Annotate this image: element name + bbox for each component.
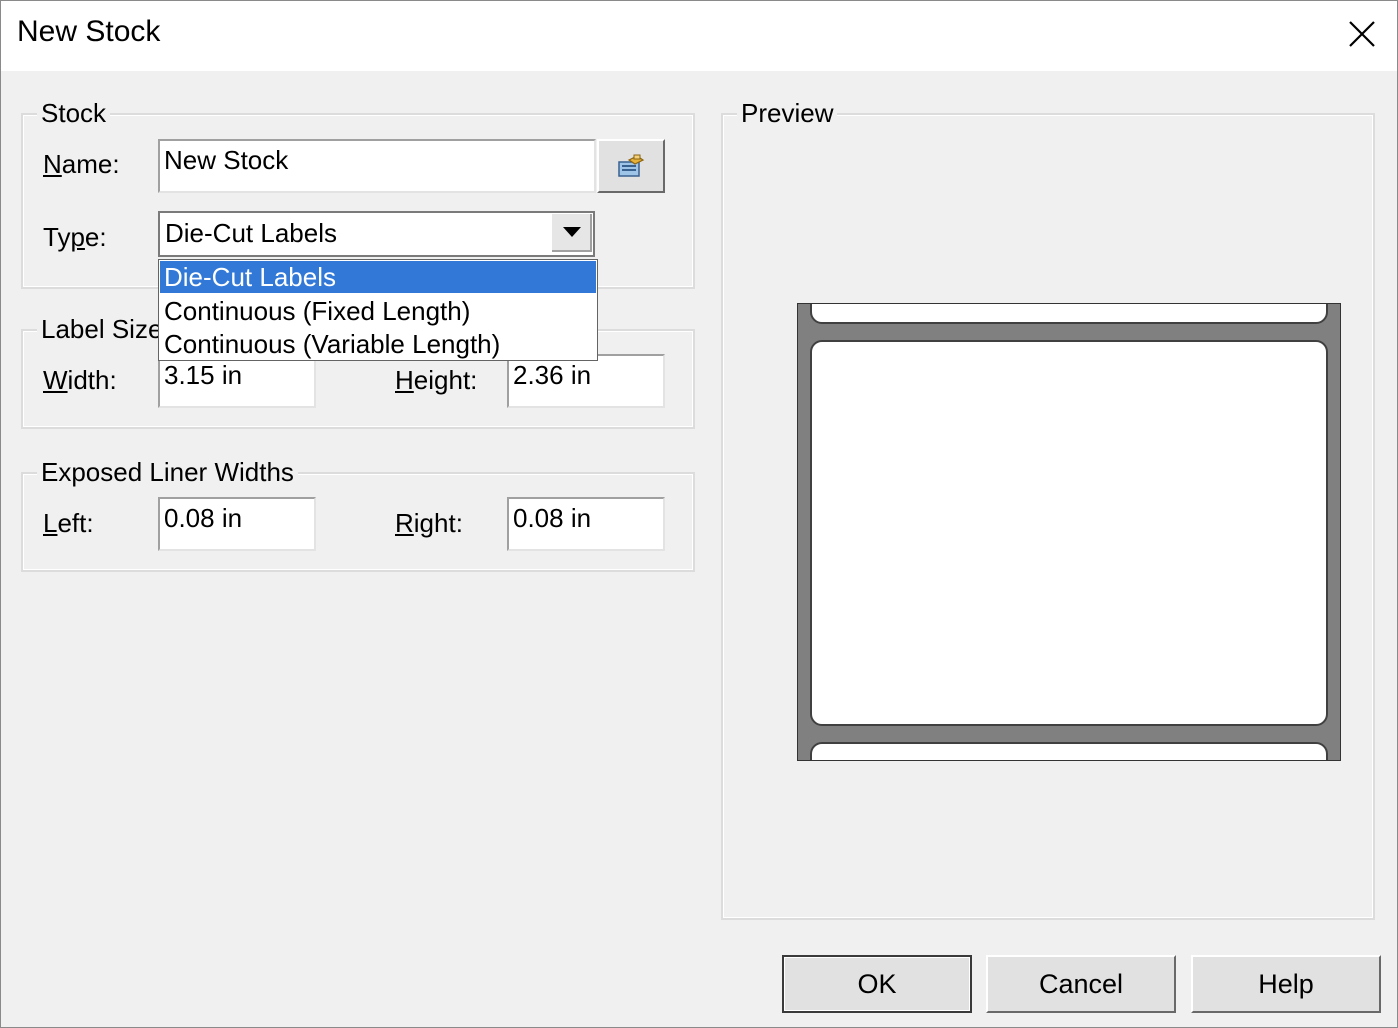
cancel-button[interactable]: Cancel [986,955,1176,1013]
type-selected-value: Die-Cut Labels [165,218,337,248]
new-stock-dialog: New Stock Stock Name: New Stock Type: Di… [0,0,1398,1028]
stock-library-icon [618,154,645,177]
width-input[interactable]: 3.15 in [158,354,316,408]
height-label: Height: [395,365,478,395]
height-input[interactable]: 2.36 in [507,354,665,408]
width-label: Width: [43,365,117,395]
stock-library-button[interactable] [597,139,665,193]
type-option-continuous-variable[interactable]: Continuous (Variable Length) [160,328,596,360]
preview-label-top-partial [810,304,1328,324]
close-button[interactable] [1337,11,1387,57]
close-icon [1349,21,1375,47]
type-select[interactable]: Die-Cut Labels [158,211,595,257]
title-bar: New Stock [1,1,1397,71]
preview-legend: Preview [737,99,838,127]
type-option-die-cut[interactable]: Die-Cut Labels [160,261,596,293]
label-size-legend: Label Size [37,315,167,343]
ok-button[interactable]: OK [782,955,972,1013]
liner-widths-legend: Exposed Liner Widths [37,458,298,486]
type-option-continuous-fixed[interactable]: Continuous (Fixed Length) [160,295,596,327]
help-button[interactable]: Help [1191,955,1381,1013]
chevron-down-icon [563,227,581,237]
name-input[interactable]: New Stock [158,139,596,193]
left-label: Left: [43,508,94,538]
stock-preview [797,303,1341,761]
preview-label-main [810,340,1328,726]
dialog-title: New Stock [17,15,161,48]
preview-label-bottom-partial [810,742,1328,760]
type-label: Type: [43,222,107,252]
right-label: Right: [395,508,463,538]
dropdown-arrow-button[interactable] [550,214,592,252]
left-input[interactable]: 0.08 in [158,497,316,551]
right-input[interactable]: 0.08 in [507,497,665,551]
type-dropdown-list: Die-Cut Labels Continuous (Fixed Length)… [158,259,598,361]
name-label: Name: [43,149,120,179]
stock-legend: Stock [37,99,111,127]
